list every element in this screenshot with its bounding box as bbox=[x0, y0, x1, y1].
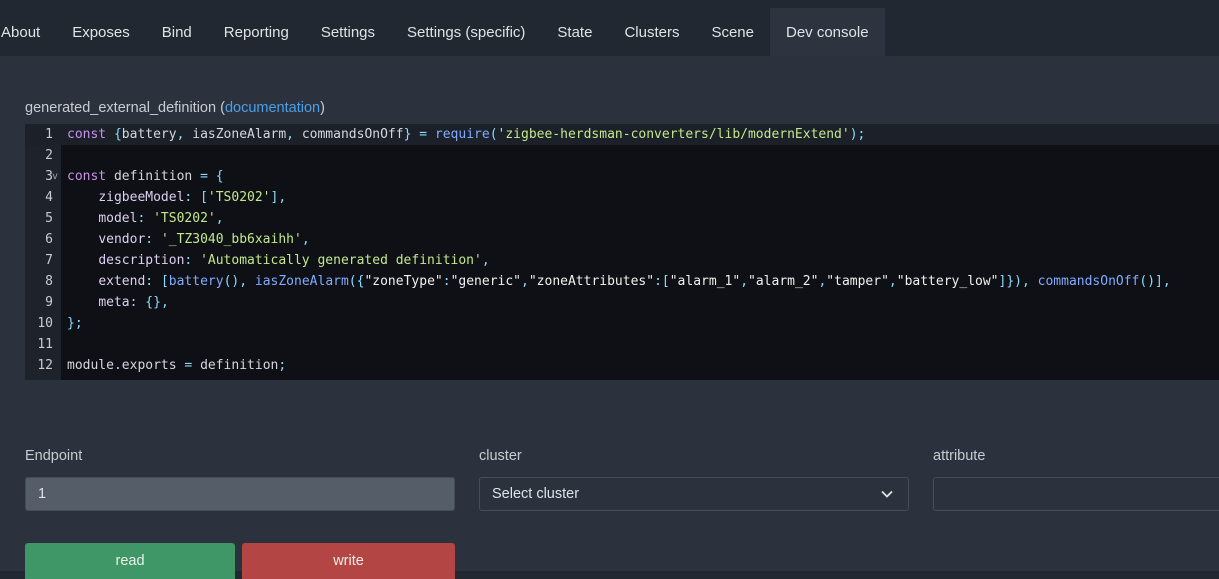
line-number: 6 bbox=[45, 232, 53, 247]
line-number: 10 bbox=[37, 316, 53, 331]
code-text: meta: {}, bbox=[98, 295, 169, 310]
tab-reporting[interactable]: Reporting bbox=[208, 8, 305, 56]
code-text: }; bbox=[67, 316, 83, 331]
code-editor[interactable]: 1 const {battery, iasZoneAlarm, commandsO… bbox=[25, 124, 1219, 380]
tab-bar: About Exposes Bind Reporting Settings Se… bbox=[0, 8, 1219, 56]
attribute-input[interactable] bbox=[933, 477, 1219, 511]
endpoint-input[interactable]: 1 bbox=[25, 477, 455, 511]
code-line: 7 description: 'Automatically generated … bbox=[25, 250, 1219, 271]
tab-state[interactable]: State bbox=[541, 8, 608, 56]
cluster-select-value: Select cluster bbox=[492, 486, 580, 502]
code-text: const definition = { bbox=[67, 169, 224, 184]
code-line: 10}; bbox=[25, 313, 1219, 334]
tab-bind[interactable]: Bind bbox=[146, 8, 208, 56]
code-line: 8 extend: [battery(), iasZoneAlarm({"zon… bbox=[25, 271, 1219, 292]
line-number: 3 bbox=[45, 169, 53, 184]
line-number: 7 bbox=[45, 253, 53, 268]
code-text: extend: [battery(), iasZoneAlarm({"zoneT… bbox=[98, 274, 1171, 289]
definition-label: generated_external_definition (documenta… bbox=[25, 100, 325, 116]
code-line: 9 meta: {}, bbox=[25, 292, 1219, 313]
line-number: 8 bbox=[45, 274, 53, 289]
tab-settings[interactable]: Settings bbox=[305, 8, 391, 56]
tab-dev-console[interactable]: Dev console bbox=[770, 8, 885, 56]
tab-about[interactable]: About bbox=[0, 8, 56, 56]
documentation-link[interactable]: documentation bbox=[225, 100, 320, 116]
code-text: zigbeeModel: ['TS0202'], bbox=[98, 190, 287, 205]
attribute-label: attribute bbox=[933, 448, 986, 464]
code-line: 5 model: 'TS0202', bbox=[25, 208, 1219, 229]
cluster-label: cluster bbox=[479, 448, 522, 464]
code-line: 4 zigbeeModel: ['TS0202'], bbox=[25, 187, 1219, 208]
cluster-select[interactable]: Select cluster bbox=[479, 477, 909, 511]
line-number: 5 bbox=[45, 211, 53, 226]
tab-scene[interactable]: Scene bbox=[695, 8, 770, 56]
chevron-down-icon bbox=[881, 490, 893, 498]
line-number: 9 bbox=[45, 295, 53, 310]
code-text: module.exports = definition; bbox=[67, 358, 287, 373]
code-text: model: 'TS0202', bbox=[98, 211, 224, 226]
fold-arrow-icon[interactable]: v bbox=[52, 166, 61, 187]
endpoint-label: Endpoint bbox=[25, 448, 83, 464]
code-line: 2 bbox=[25, 145, 1219, 166]
definition-close-paren: ) bbox=[320, 100, 325, 116]
tab-exposes[interactable]: Exposes bbox=[56, 8, 146, 56]
code-line: 6 vendor: '_TZ3040_bb6xaihh', bbox=[25, 229, 1219, 250]
line-number: 11 bbox=[37, 337, 53, 352]
write-button[interactable]: write bbox=[242, 543, 455, 579]
code-line: 3 v const definition = { bbox=[25, 166, 1219, 187]
read-button[interactable]: read bbox=[25, 543, 235, 579]
code-line: 12 module.exports = definition; bbox=[25, 355, 1219, 376]
code-line: 11 bbox=[25, 334, 1219, 355]
definition-title: generated_external_definition bbox=[25, 100, 217, 116]
code-text: const {battery, iasZoneAlarm, commandsOn… bbox=[67, 127, 866, 142]
tab-settings-specific[interactable]: Settings (specific) bbox=[391, 8, 541, 56]
line-number: 1 bbox=[45, 127, 53, 142]
line-number: 2 bbox=[45, 148, 53, 163]
code-text: description: 'Automatically generated de… bbox=[98, 253, 490, 268]
line-number: 4 bbox=[45, 190, 53, 205]
tab-clusters[interactable]: Clusters bbox=[608, 8, 695, 56]
code-text: vendor: '_TZ3040_bb6xaihh', bbox=[98, 232, 310, 247]
line-number: 12 bbox=[37, 358, 53, 373]
code-line: 1 const {battery, iasZoneAlarm, commandsO… bbox=[25, 124, 1219, 145]
